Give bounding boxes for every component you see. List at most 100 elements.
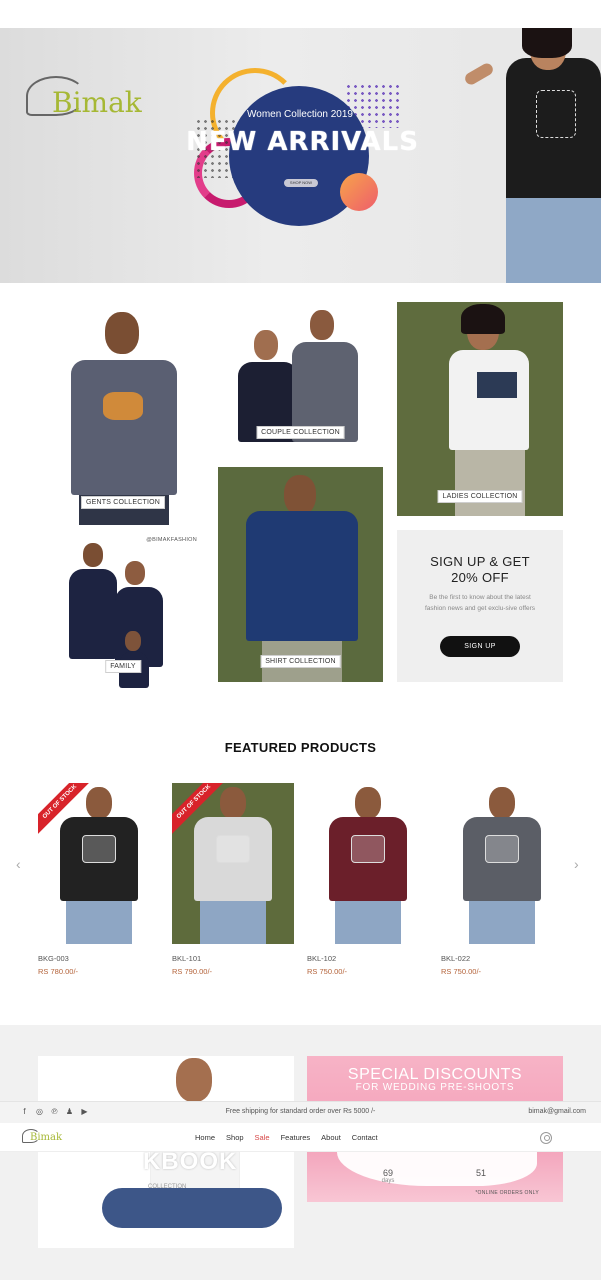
product-price: RS 790.00/-: [172, 967, 213, 976]
main-navbar: Bimak Home Shop Sale Features About Cont…: [0, 1123, 601, 1152]
model-head: [220, 787, 246, 819]
model-head: [125, 561, 145, 585]
featured-products-title: FEATURED PRODUCTS: [224, 740, 377, 755]
gents-collection-label[interactable]: GENTS COLLECTION: [81, 496, 165, 509]
countdown-days: 69 days: [374, 1168, 402, 1184]
nav-item-features[interactable]: Features: [281, 1133, 311, 1142]
signup-title-line1: SIGN UP & GET: [430, 554, 530, 569]
shirt-collection-label[interactable]: SHIRT COLLECTION: [260, 655, 341, 668]
model-head: [105, 312, 139, 354]
model-jeans: [335, 901, 401, 944]
product-image[interactable]: [441, 783, 563, 944]
model-arm: [463, 61, 495, 87]
model-shirt: [246, 511, 358, 641]
tshirt-print: [485, 835, 519, 863]
signup-button[interactable]: SIGN UP: [440, 636, 520, 657]
product-code[interactable]: BKL-022: [441, 954, 470, 963]
product-code[interactable]: BKL-101: [172, 954, 201, 963]
model-head: [310, 310, 334, 340]
user-account-icon[interactable]: [540, 1132, 552, 1144]
model-hair: [461, 304, 505, 334]
contact-email[interactable]: bimak@gmail.com: [528, 1108, 586, 1115]
product-image[interactable]: [307, 783, 429, 944]
nav-item-shop[interactable]: Shop: [226, 1133, 244, 1142]
product-code[interactable]: BKL-102: [307, 954, 336, 963]
model-tshirt: [71, 360, 177, 495]
tshirt-print: [82, 835, 116, 863]
model-hair: [522, 28, 572, 58]
tshirt-print: [216, 835, 250, 863]
model-jeans: [506, 198, 601, 283]
nav-item-home[interactable]: Home: [195, 1133, 215, 1142]
decor-orange-circle: [340, 173, 378, 211]
nav-item-contact[interactable]: Contact: [352, 1133, 378, 1142]
top-bar: f ◎ ℗ ♟ ▶ Free shipping for standard ord…: [0, 1101, 601, 1123]
discount-subtitle: FOR WEDDING PRE-SHOOTS: [355, 1082, 515, 1093]
gents-collection-tile[interactable]: GENTS COLLECTION: [43, 300, 203, 525]
lookbook-subtitle: COLLECTION: [148, 1184, 187, 1190]
page: Bimak Women Collection 2019 NEW ARRIVALS…: [0, 0, 601, 1280]
lookbook-text: KBOOK: [143, 1148, 238, 1175]
family-collection-label[interactable]: FAMILY: [105, 660, 141, 673]
model-jeans: [469, 901, 535, 944]
tshirt-print: [536, 90, 576, 138]
hero-subtitle: Women Collection 2019: [247, 109, 353, 120]
product-image[interactable]: OUT OF STOCK: [38, 783, 160, 944]
logo-text: Bimak: [52, 86, 142, 119]
nav-menu: Home Shop Sale Features About Contact: [195, 1133, 378, 1142]
model-tshirt: [449, 350, 529, 450]
signup-title-line2: 20% OFF: [451, 570, 509, 585]
ladies-collection-label[interactable]: LADIES COLLECTION: [437, 490, 523, 503]
countdown-value: 69: [382, 1168, 393, 1178]
model-legs: [455, 450, 525, 516]
hero-shop-button[interactable]: SHOP NOW: [284, 179, 318, 187]
hero-title: NEW ARRIVALS: [186, 127, 419, 157]
product-card[interactable]: OUT OF STOCK BKG-003 RS 780.00/-: [38, 783, 160, 983]
signup-title: SIGN UP & GET 20% OFF: [397, 554, 563, 586]
tshirt-print: [351, 835, 385, 863]
nav-item-sale[interactable]: Sale: [255, 1133, 270, 1142]
model-jeans: [200, 901, 266, 944]
nav-logo[interactable]: Bimak: [22, 1127, 62, 1147]
model-jeans: [66, 901, 132, 944]
discount-note: *ONLINE ORDERS ONLY: [475, 1190, 539, 1196]
model-head: [176, 1058, 212, 1102]
couple-collection-tile[interactable]: COUPLE COLLECTION: [218, 300, 383, 452]
nav-logo-text: Bimak: [30, 1132, 63, 1143]
model-head: [284, 475, 316, 515]
lookbook-banner[interactable]: KBOOK COLLECTION: [38, 1056, 294, 1248]
countdown-seconds: 51: [467, 1168, 495, 1178]
product-price: RS 750.00/-: [307, 967, 348, 976]
family-collection-tile[interactable]: @BIMAKFASHION FAMILY: [43, 533, 203, 688]
model-legs: [102, 1188, 282, 1228]
tshirt-print: [477, 372, 517, 398]
product-card[interactable]: BKL-022 RS 750.00/-: [441, 783, 563, 983]
countdown-value: 51: [475, 1168, 486, 1178]
hero-model-image: [463, 28, 601, 283]
signup-promo: SIGN UP & GET 20% OFF Be the first to kn…: [397, 530, 563, 682]
ladies-collection-tile[interactable]: LADIES COLLECTION: [397, 302, 563, 516]
carousel-prev-icon[interactable]: ‹: [16, 856, 21, 872]
model-head: [355, 787, 381, 819]
product-image[interactable]: OUT OF STOCK: [172, 783, 294, 944]
model-head: [489, 787, 515, 819]
signup-text: Be the first to know about the latest fa…: [424, 594, 536, 612]
shipping-notice: Free shipping for standard order over Rs…: [225, 1108, 376, 1115]
model-head: [125, 631, 141, 651]
model-head: [83, 543, 103, 567]
model-tshirt: [69, 569, 117, 659]
carousel-next-icon[interactable]: ›: [574, 856, 579, 872]
product-code[interactable]: BKG-003: [38, 954, 69, 963]
model-head: [86, 787, 112, 819]
instagram-tag: @BIMAKFASHION: [146, 537, 197, 543]
product-card[interactable]: OUT OF STOCK BKL-101 RS 790.00/-: [172, 783, 294, 983]
bimak-logo[interactable]: Bimak: [26, 72, 146, 128]
product-card[interactable]: BKL-102 RS 750.00/-: [307, 783, 429, 983]
couple-collection-label[interactable]: COUPLE COLLECTION: [256, 426, 345, 439]
tshirt-print: [103, 392, 143, 420]
product-price: RS 750.00/-: [441, 967, 482, 976]
nav-item-about[interactable]: About: [321, 1133, 341, 1142]
shirt-collection-tile[interactable]: SHIRT COLLECTION: [218, 467, 383, 682]
hero-banner[interactable]: Bimak Women Collection 2019 NEW ARRIVALS…: [0, 28, 601, 283]
model-head: [254, 330, 278, 360]
